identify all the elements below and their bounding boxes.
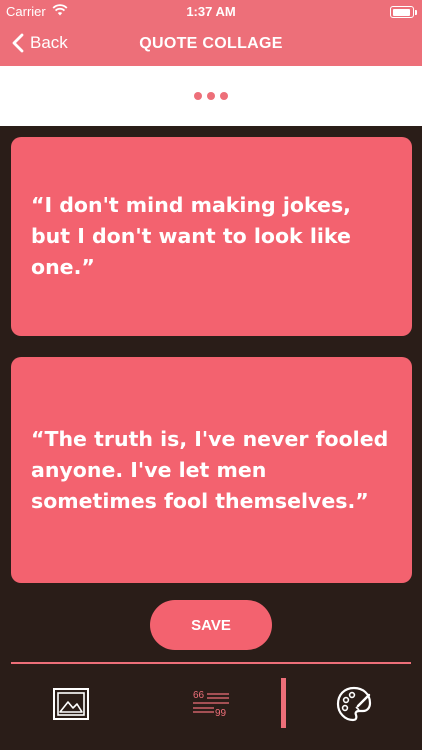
- svg-text:66: 66: [193, 690, 205, 701]
- text-format-icon[interactable]: 66 99: [192, 688, 230, 718]
- quote-text: “I don't mind making jokes, but I don't …: [31, 193, 351, 279]
- page-title: QUOTE COLLAGE: [139, 35, 283, 52]
- quote-text: “The truth is, I've never fooled anyone.…: [31, 426, 389, 513]
- divider: [11, 662, 411, 664]
- dot-icon: [220, 92, 228, 100]
- navigation-bar: Back QUOTE COLLAGE: [0, 24, 422, 66]
- quote-card[interactable]: “I don't mind making jokes, but I don't …: [11, 137, 412, 336]
- dot-icon: [194, 92, 202, 100]
- tab-indicator: [281, 678, 286, 728]
- save-button[interactable]: SAVE: [150, 600, 272, 650]
- palette-icon[interactable]: [336, 686, 372, 722]
- svg-text:99: 99: [215, 708, 227, 718]
- clock: 1:37 AM: [186, 4, 236, 19]
- battery-level: [392, 8, 410, 16]
- more-options-button[interactable]: [0, 66, 422, 126]
- quote-card[interactable]: “The truth is, I've never fooled anyone.…: [11, 357, 412, 583]
- image-icon[interactable]: [53, 688, 89, 720]
- status-bar: Carrier 1:37 AM: [0, 0, 422, 24]
- dot-icon: [207, 92, 215, 100]
- battery-icon: [390, 6, 417, 18]
